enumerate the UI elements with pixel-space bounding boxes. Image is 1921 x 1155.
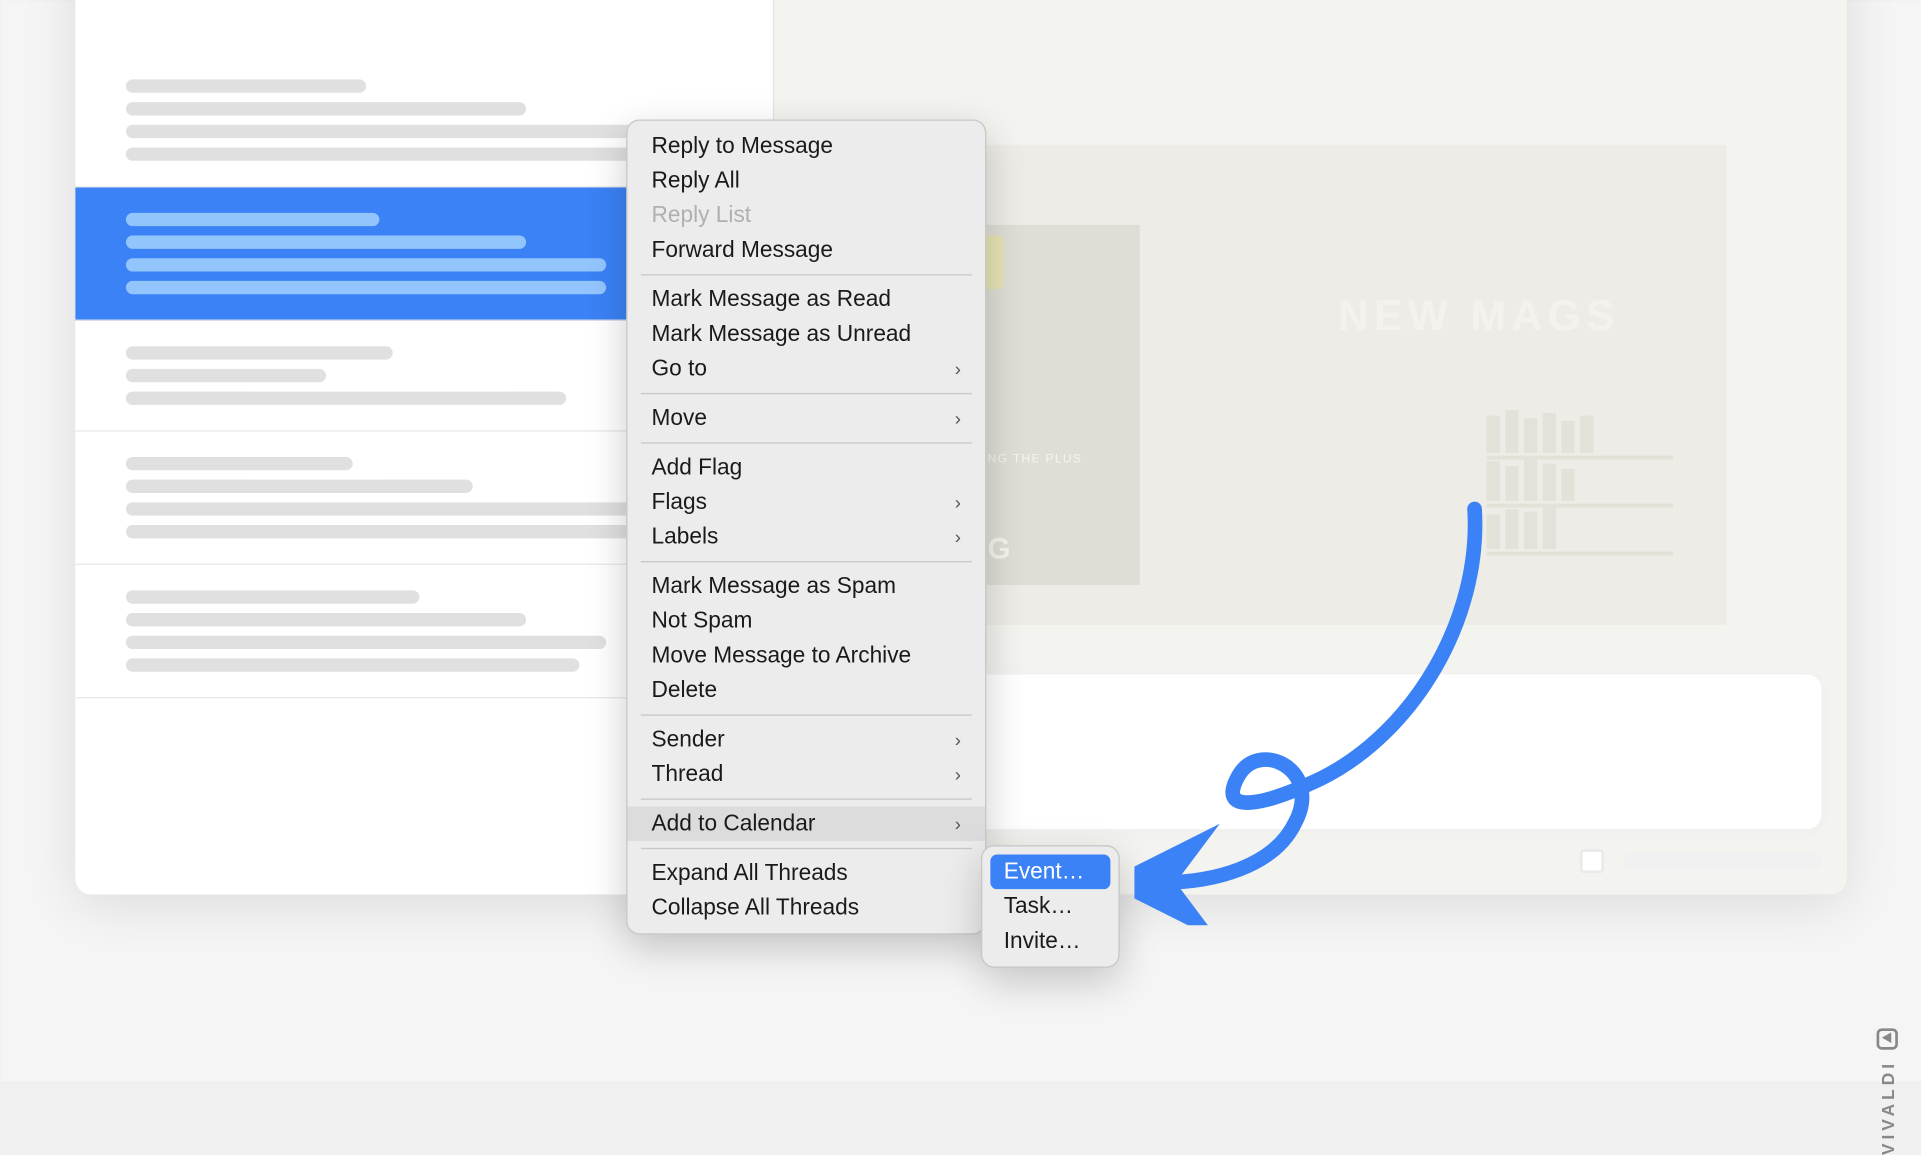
skeleton-line [125, 368, 325, 381]
menu-item-label: Go to [651, 355, 706, 382]
menu-separator [640, 714, 971, 715]
menu-item[interactable]: Thread › [627, 757, 985, 792]
menu-item-label: Reply List [651, 202, 751, 229]
vivaldi-logo-icon [1876, 1027, 1897, 1048]
menu-item[interactable]: Delete [627, 673, 985, 708]
context-menu[interactable]: Reply to Message Reply All Reply List Forwa… [626, 119, 986, 934]
menu-item[interactable]: Labels › [627, 519, 985, 554]
menu-separator [640, 798, 971, 799]
menu-item-label: Delete [651, 677, 717, 704]
menu-separator [640, 847, 971, 848]
menu-item-label: Move Message to Archive [651, 642, 911, 669]
hero-brand-overlay: NEW MAGS [1337, 291, 1619, 340]
signature-checkbox[interactable] [1579, 849, 1603, 873]
skeleton-line [125, 280, 605, 293]
menu-item-label: Reply to Message [651, 132, 833, 159]
skeleton-line [125, 212, 378, 225]
menu-item[interactable]: Mark Message as Spam [627, 569, 985, 604]
skeleton-line [125, 235, 525, 248]
vivaldi-text: VIVALDI [1876, 1059, 1896, 1154]
menu-item[interactable]: Reply to Message [627, 128, 985, 163]
menu-item-label: Labels [651, 523, 718, 550]
menu-item[interactable]: Add to Calendar › [627, 806, 985, 841]
menu-item-label: Add to Calendar [651, 810, 815, 837]
stage: NEW MAGS YOU'RE INVITED - EVENT IN STORE… [0, 0, 1921, 1081]
chevron-right-icon: › [954, 729, 960, 750]
skeleton-line [125, 346, 392, 359]
menu-item[interactable]: Collapse All Threads [627, 890, 985, 925]
menu-separator [640, 561, 971, 562]
skeleton-line [125, 658, 579, 671]
skeleton-line [125, 79, 365, 92]
menu-item[interactable]: Expand All Threads [627, 855, 985, 890]
menu-item[interactable]: Add Flag [627, 450, 985, 485]
chevron-right-icon: › [954, 491, 960, 512]
reply-textarea[interactable] [904, 673, 1822, 830]
menu-separator [640, 442, 971, 443]
skeleton-line [125, 613, 525, 626]
signature-label-placeholder [1622, 853, 1822, 869]
skeleton-line [125, 524, 632, 537]
skeleton-line [125, 479, 472, 492]
menu-item-label: Expand All Threads [651, 859, 847, 886]
menu-item: Reply List [627, 198, 985, 233]
bookshelves [1486, 411, 1673, 571]
menu-item-label: Not Spam [651, 607, 752, 634]
skeleton-line [125, 456, 352, 469]
menu-item[interactable]: Not Spam [627, 603, 985, 638]
skeleton-line [125, 147, 632, 160]
menu-item-label: Sender [651, 726, 724, 753]
menu-item-label: Mark Message as Unread [651, 320, 911, 347]
menu-item[interactable]: Move › [627, 400, 985, 435]
menu-item-label: Reply All [651, 167, 739, 194]
menu-item[interactable]: Reply All [627, 163, 985, 198]
menu-item[interactable]: Flags › [627, 484, 985, 519]
skeleton-line [125, 124, 685, 137]
chevron-right-icon: › [954, 358, 960, 379]
menu-item-label: Flags [651, 488, 706, 515]
menu-item-label: Move [651, 404, 706, 431]
chevron-right-icon: › [954, 763, 960, 784]
skeleton-line [125, 502, 659, 515]
chevron-right-icon: › [954, 407, 960, 428]
submenu-item[interactable]: Invite… [990, 923, 1110, 958]
menu-separator [640, 274, 971, 275]
add-to-calendar-submenu[interactable]: Event…Task…Invite… [981, 845, 1120, 968]
skeleton-line [125, 258, 605, 271]
menu-item[interactable]: Forward Message [627, 232, 985, 267]
menu-item-label: Forward Message [651, 236, 833, 263]
menu-item[interactable]: Mark Message as Unread [627, 316, 985, 351]
menu-item[interactable]: Sender › [627, 722, 985, 757]
hero-image: MAKING THE PLUS BIG NEW MAGS [904, 144, 1726, 624]
menu-item[interactable]: Go to › [627, 351, 985, 386]
menu-item[interactable]: Mark Message as Read [627, 282, 985, 317]
submenu-item[interactable]: Task… [990, 889, 1110, 924]
menu-separator [640, 392, 971, 393]
menu-item-label: Collapse All Threads [651, 894, 859, 921]
menu-item-label: Mark Message as Read [651, 286, 890, 313]
vivaldi-brand: VIVALDI [1876, 1027, 1897, 1154]
menu-item-label: Mark Message as Spam [651, 573, 896, 600]
chevron-right-icon: › [954, 526, 960, 547]
skeleton-line [125, 102, 525, 115]
menu-item-label: Thread [651, 761, 723, 788]
skeleton-line [125, 391, 565, 404]
skeleton-line [125, 590, 418, 603]
menu-item[interactable]: Move Message to Archive [627, 638, 985, 673]
submenu-item[interactable]: Event… [990, 854, 1110, 889]
menu-item-label: Add Flag [651, 454, 742, 481]
skeleton-line [125, 635, 605, 648]
chevron-right-icon: › [954, 813, 960, 834]
